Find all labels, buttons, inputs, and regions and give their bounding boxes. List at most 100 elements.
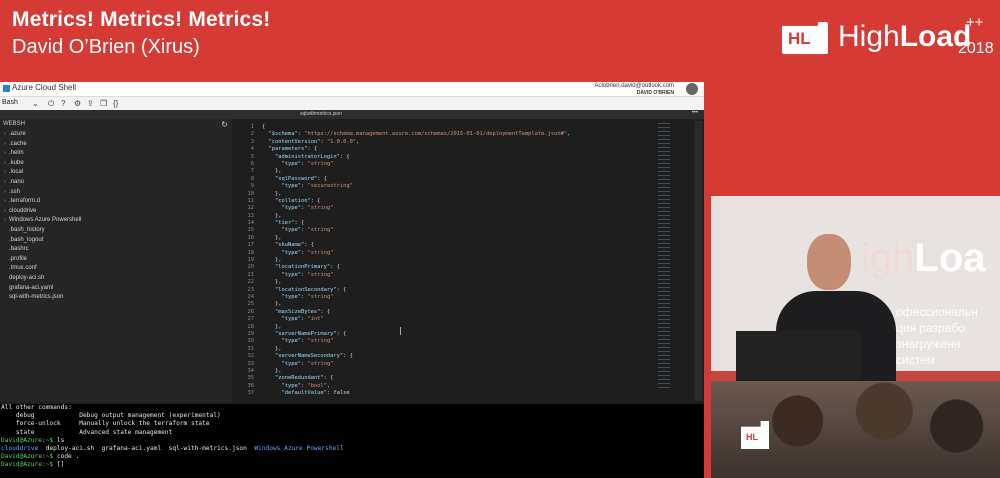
code-line: "type": "string" xyxy=(281,293,334,300)
explorer-item-label: .tmux.conf xyxy=(9,265,37,272)
avatar[interactable] xyxy=(686,83,698,95)
explorer-folder[interactable]: › .helm xyxy=(0,149,81,159)
portal-topbar: Azure Cloud Shell Aclobrien.david@outloo… xyxy=(0,82,704,96)
line-number: 5 xyxy=(250,153,254,160)
code-line: "maxSizeBytes": { xyxy=(274,308,331,315)
code-line: }, xyxy=(262,367,282,374)
explorer-folder[interactable]: › .azure xyxy=(0,130,81,140)
explorer-file[interactable]: deploy-aci.sh xyxy=(0,274,81,284)
explorer-item-label: .local xyxy=(9,169,24,176)
line-number: 17 xyxy=(247,242,255,249)
laptop xyxy=(736,331,861,386)
explorer-item-label: .cache xyxy=(9,140,27,147)
explorer-item-label: Windows Azure Powershell xyxy=(9,217,82,224)
file-explorer: WEBSH ↻ › .azure › .cache › .helm › .kube › .loca… xyxy=(0,119,232,402)
terminal-line: state Advanced state management xyxy=(1,428,173,436)
explorer-file[interactable]: .bash_history xyxy=(0,226,81,236)
help-icon[interactable]: ? xyxy=(61,99,65,108)
wall-text-line: систем xyxy=(896,353,935,367)
azure-logo-icon xyxy=(3,85,10,92)
explorer-file[interactable]: .profile xyxy=(0,255,81,265)
terminal-line: David@Azure:~$ code . xyxy=(1,453,80,461)
code-line: "skuName": { xyxy=(274,242,314,249)
line-number: 35 xyxy=(247,375,255,382)
explorer-header: WEBSH xyxy=(3,121,26,127)
line-number: 12 xyxy=(247,205,255,212)
code-line: "type": "string" xyxy=(281,160,334,167)
editor-scrollbar[interactable] xyxy=(694,121,702,401)
code-content[interactable]: { "$schema": "https://schema.management.… xyxy=(262,124,570,397)
editor-icon[interactable]: ❐ xyxy=(100,99,107,108)
upload-icon[interactable]: ⇪ xyxy=(87,99,94,108)
code-line: "tier": { xyxy=(274,220,305,227)
wall-text-line: энагруженн xyxy=(896,337,961,351)
explorer-folder[interactable]: › .ssh xyxy=(0,188,81,198)
shell-toolbar: Bash ⌄ ⏻ ? ⚙ ⇪ ❐ {} xyxy=(0,96,704,111)
explorer-folder[interactable]: › .terraform.d xyxy=(0,197,81,207)
account-info[interactable]: Aclobrien.david@outlook.com DAVID O'BRIE… xyxy=(595,83,674,97)
wall-logo-text: ighLoa xyxy=(861,236,986,280)
explorer-file[interactable]: .bash_logout xyxy=(0,236,81,246)
explorer-folder[interactable]: › clouddrive xyxy=(0,207,81,217)
line-number: 16 xyxy=(247,234,255,241)
terminal[interactable]: All other commands: debug Debug output m… xyxy=(0,404,704,478)
code-line: { xyxy=(262,124,266,130)
code-line: "type": "string" xyxy=(281,227,334,234)
code-editor[interactable]: 1 2 3 4 5 6 7 8 9 10 11 12 13 14 15 16 17 18 19 20 21 22 23 24 2… xyxy=(232,119,704,402)
explorer-item-label: .nano xyxy=(9,178,25,185)
explorer-folder[interactable]: › Windows Azure Powershell xyxy=(0,216,81,226)
explorer-item-label: .azure xyxy=(9,131,26,137)
line-number: 13 xyxy=(247,212,255,219)
code-line: "type": "securestring" xyxy=(281,183,353,190)
power-icon[interactable]: ⏻ xyxy=(48,99,54,109)
hl-mark-icon: HL xyxy=(782,22,828,54)
line-number: 31 xyxy=(247,345,255,352)
code-line: "$schema": "https://schema.management.az… xyxy=(268,131,571,138)
code-line: "type": "int" xyxy=(281,316,324,323)
line-number: 28 xyxy=(247,323,255,330)
highload-logo: HL HighLoad ++ 2018 xyxy=(782,10,997,65)
explorer-folder[interactable]: › .kube xyxy=(0,159,81,169)
code-line: }, xyxy=(262,190,282,197)
braces-icon[interactable]: {} xyxy=(113,99,118,108)
shell-type-select[interactable]: Bash xyxy=(2,99,18,106)
terminal-line: All other commands: xyxy=(1,404,72,411)
code-line: "type": "string" xyxy=(281,205,334,212)
explorer-file[interactable]: grafana-aci.yaml xyxy=(0,284,81,294)
logo-year: 2018 xyxy=(958,40,994,57)
logo-word: HighLoad xyxy=(838,20,972,53)
refresh-icon[interactable]: ↻ xyxy=(221,120,228,129)
line-number: 7 xyxy=(250,168,254,175)
terminal-line: force-unlock Manually unlock the terrafo… xyxy=(1,420,210,428)
explorer-folder[interactable]: › .local xyxy=(0,168,81,178)
explorer-item-label: .terraform.d xyxy=(9,198,41,205)
code-line: }, xyxy=(262,168,282,175)
line-number: 34 xyxy=(247,367,255,374)
code-line: "administratorLogin": { xyxy=(274,153,350,160)
more-icon[interactable]: ••• xyxy=(692,110,698,116)
minimap[interactable] xyxy=(658,121,670,391)
line-number: 9 xyxy=(250,183,254,190)
code-line: }, xyxy=(262,323,282,330)
line-numbers: 1 2 3 4 5 6 7 8 9 10 11 12 13 14 15 16 17 18 19 20 21 22 23 24 2… xyxy=(232,124,255,397)
line-number: 3 xyxy=(250,138,254,145)
explorer-folder[interactable]: › .nano xyxy=(0,178,81,188)
code-line: "serverNamePrimary": { xyxy=(274,330,347,337)
wall-text-line: ция разрабо xyxy=(896,321,966,335)
chevron-down-icon[interactable]: ⌄ xyxy=(32,99,39,108)
line-number: 15 xyxy=(247,227,255,234)
code-line: }, xyxy=(262,212,282,219)
explorer-file[interactable]: .bashrc xyxy=(0,245,81,255)
explorer-folder[interactable]: › .cache xyxy=(0,140,81,150)
line-number: 20 xyxy=(247,264,255,271)
azure-cloud-shell-window: Azure Cloud Shell Aclobrien.david@outloo… xyxy=(0,82,704,478)
tab-sqlwithmetrics[interactable]: sqlwithmetrics.json xyxy=(300,111,342,117)
explorer-file[interactable]: sql-with-metrics.json xyxy=(0,293,81,303)
gear-icon[interactable]: ⚙ xyxy=(74,99,81,108)
line-number: 6 xyxy=(250,160,254,167)
explorer-item-label: .bashrc xyxy=(9,246,29,253)
explorer-file[interactable]: .tmux.conf xyxy=(0,264,81,274)
terminal-line: debug Debug output management (experimen… xyxy=(1,412,221,420)
code-line: "parameters": { xyxy=(268,146,318,153)
line-number: 36 xyxy=(247,382,255,389)
